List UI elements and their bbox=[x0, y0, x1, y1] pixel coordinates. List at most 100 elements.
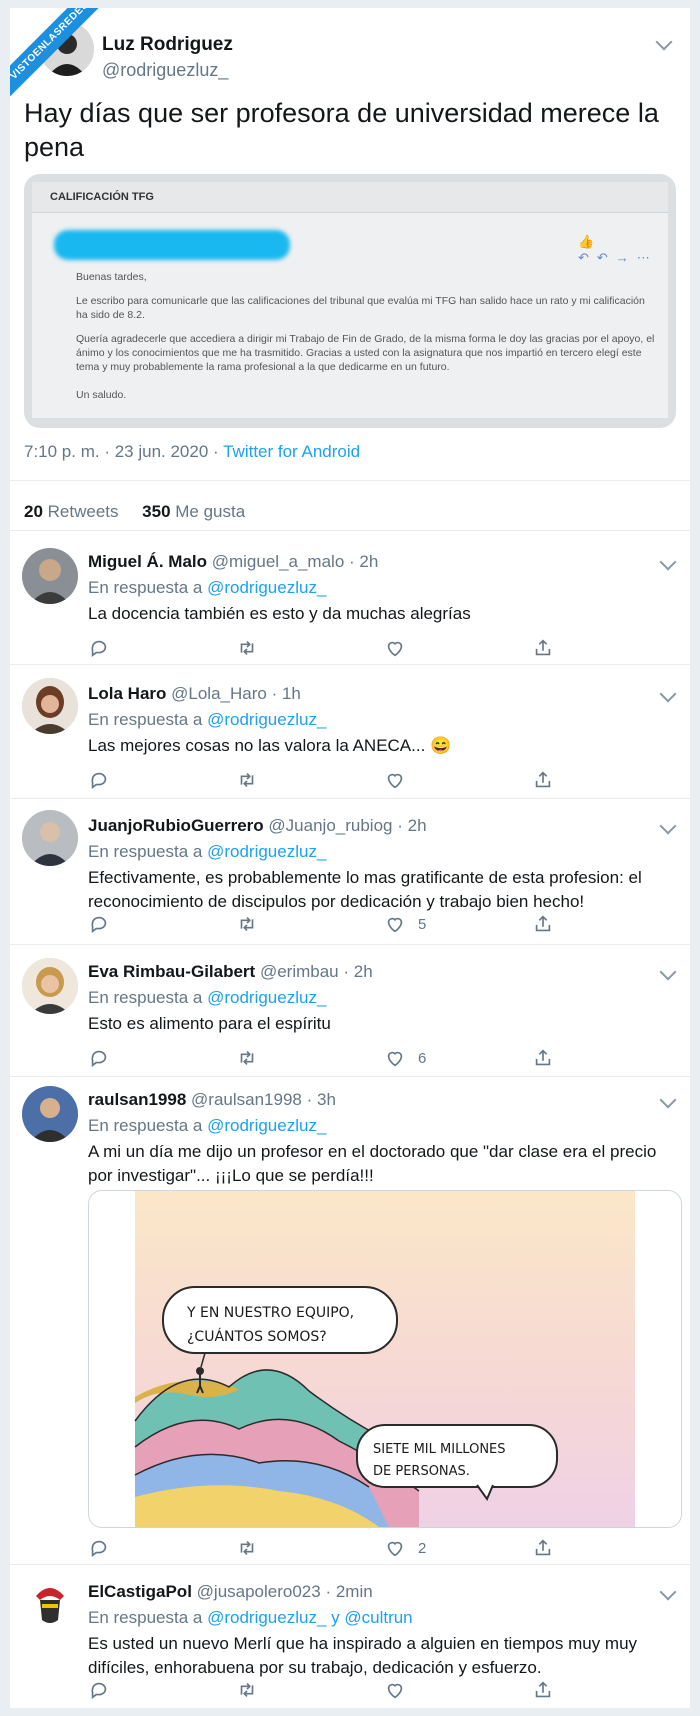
watermark-ribbon: VISTOENLASREDES bbox=[10, 8, 106, 104]
likes-label[interactable]: Me gusta bbox=[175, 502, 245, 521]
reply-mention[interactable]: @rodriguezluz_ bbox=[207, 578, 326, 597]
reply-mention[interactable]: @rodriguezluz_ bbox=[207, 710, 326, 729]
chevron-down-icon[interactable] bbox=[659, 963, 677, 981]
reply-author-handle[interactable]: @jusapolero023 bbox=[197, 1582, 321, 1601]
author-handle[interactable]: @rodriguezluz_ bbox=[102, 60, 228, 81]
retweet-button[interactable] bbox=[236, 768, 258, 792]
reply-author-name[interactable]: Lola Haro bbox=[88, 684, 166, 703]
reply-button[interactable] bbox=[88, 1046, 110, 1070]
reply-author-name[interactable]: ElCastigaPol bbox=[88, 1582, 192, 1601]
reply-button[interactable] bbox=[88, 768, 110, 792]
reply-button[interactable] bbox=[88, 1536, 110, 1560]
like-button[interactable]: 6 bbox=[384, 1046, 426, 1070]
avatar[interactable] bbox=[22, 678, 78, 734]
retweet-button[interactable] bbox=[236, 1678, 258, 1702]
like-button[interactable] bbox=[384, 1678, 418, 1702]
avatar[interactable] bbox=[22, 810, 78, 866]
share-button[interactable] bbox=[532, 1536, 554, 1560]
reply-mention[interactable]: @rodriguezluz_ bbox=[207, 1116, 326, 1135]
reply-author: JuanjoRubioGuerrero @Juanjo_rubiog · 2h bbox=[88, 816, 427, 836]
avatar[interactable] bbox=[22, 1576, 78, 1632]
author-name[interactable]: Luz Rodriguez bbox=[102, 34, 233, 56]
avatar[interactable] bbox=[22, 1086, 78, 1142]
reply-tweet[interactable]: Miguel Á. Malo @miguel_a_malo · 2h En re… bbox=[10, 530, 690, 664]
retweet-icon bbox=[240, 1050, 254, 1066]
reply-time-separator: · bbox=[392, 816, 408, 835]
reply-author-handle[interactable]: @Juanjo_rubiog bbox=[268, 816, 392, 835]
reply-time[interactable]: 2h bbox=[408, 816, 427, 835]
reply-time[interactable]: 2min bbox=[336, 1582, 373, 1601]
reply-author-handle[interactable]: @miguel_a_malo bbox=[212, 552, 345, 571]
avatar[interactable] bbox=[22, 958, 78, 1014]
tweet-text: Hay días que ser profesora de universida… bbox=[24, 98, 659, 162]
reply-icon bbox=[91, 916, 107, 933]
reply-mention-2[interactable]: @cultrun bbox=[344, 1608, 412, 1627]
share-button[interactable] bbox=[532, 636, 554, 660]
reply-button[interactable] bbox=[88, 636, 110, 660]
reply-author: Eva Rimbau-Gilabert @erimbau · 2h bbox=[88, 962, 373, 982]
likes-count[interactable]: 350 bbox=[142, 502, 170, 521]
reply-time[interactable]: 1h bbox=[282, 684, 301, 703]
reply-context: En respuesta a @rodriguezluz_ bbox=[88, 842, 326, 862]
like-button[interactable] bbox=[384, 768, 418, 792]
reply-context: En respuesta a @rodriguezluz_ bbox=[88, 578, 326, 598]
like-button[interactable]: 5 bbox=[384, 912, 426, 936]
reply-context-prefix: En respuesta a bbox=[88, 842, 208, 861]
reply-mention[interactable]: @rodriguezluz_ bbox=[207, 1608, 326, 1627]
reply-button[interactable] bbox=[88, 1678, 110, 1702]
retweets-label[interactable]: Retweets bbox=[48, 502, 119, 521]
reply-author-name[interactable]: Miguel Á. Malo bbox=[88, 552, 207, 571]
reply-mention-joiner: y bbox=[326, 1608, 345, 1627]
reply-author-name[interactable]: raulsan1998 bbox=[88, 1090, 186, 1109]
reply-author-name[interactable]: JuanjoRubioGuerrero bbox=[88, 816, 264, 835]
tweet-photo[interactable]: CALIFICACIÓN TFG 👍↶↶→⋯ Buenas tardes, Le… bbox=[24, 174, 676, 428]
reply-author: raulsan1998 @raulsan1998 · 3h bbox=[88, 1090, 336, 1110]
chevron-down-icon[interactable] bbox=[659, 1583, 677, 1601]
retweet-button[interactable] bbox=[236, 912, 258, 936]
reply-author-handle[interactable]: @raulsan1998 bbox=[191, 1090, 302, 1109]
reply-time[interactable]: 3h bbox=[317, 1090, 336, 1109]
tweet-timestamp[interactable]: 7:10 p. m. · 23 jun. 2020 · bbox=[24, 442, 223, 461]
reply-context: En respuesta a @rodriguezluz_ bbox=[88, 710, 326, 730]
avatar[interactable] bbox=[22, 548, 78, 604]
reply-mention[interactable]: @rodriguezluz_ bbox=[207, 842, 326, 861]
reply-text: Es usted un nuevo Merlí que ha inspirado… bbox=[88, 1634, 638, 1677]
tweet-source-app[interactable]: Twitter for Android bbox=[223, 442, 360, 461]
reply-media-image[interactable]: Y EN NUESTRO EQUIPO, ¿CUÁNTOS SOMOS? SIE… bbox=[88, 1190, 682, 1528]
retweet-button[interactable] bbox=[236, 636, 258, 660]
reply-time[interactable]: 2h bbox=[359, 552, 378, 571]
chevron-down-icon[interactable] bbox=[659, 553, 677, 571]
like-button[interactable]: 2 bbox=[384, 1536, 426, 1560]
reply-mention[interactable]: @rodriguezluz_ bbox=[207, 988, 326, 1007]
share-icon bbox=[535, 639, 551, 656]
comic-bubble-2-line-1: SIETE MIL MILLONES bbox=[373, 1442, 506, 1457]
retweets-count[interactable]: 20 bbox=[24, 502, 43, 521]
like-button[interactable] bbox=[384, 636, 418, 660]
reply-tweet[interactable]: Eva Rimbau-Gilabert @erimbau · 2h En res… bbox=[10, 944, 690, 1076]
email-greeting: Buenas tardes, bbox=[76, 271, 147, 283]
reply-actions: 2 bbox=[88, 1536, 551, 1560]
reply-author-handle[interactable]: @erimbau bbox=[260, 962, 339, 981]
reply-context: En respuesta a @rodriguezluz_ y @cultrun bbox=[88, 1608, 413, 1628]
share-button[interactable] bbox=[532, 1678, 554, 1702]
reply-author-handle[interactable]: @Lola_Haro bbox=[171, 684, 267, 703]
share-button[interactable] bbox=[532, 912, 554, 936]
retweet-icon bbox=[240, 916, 254, 932]
chevron-down-icon[interactable] bbox=[659, 817, 677, 835]
retweet-button[interactable] bbox=[236, 1046, 258, 1070]
share-button[interactable] bbox=[532, 1046, 554, 1070]
reply-actions bbox=[88, 1678, 551, 1702]
chevron-down-icon[interactable] bbox=[655, 33, 673, 51]
reply-tweet[interactable]: Lola Haro @Lola_Haro · 1h En respuesta a… bbox=[10, 664, 690, 798]
reply-author-name[interactable]: Eva Rimbau-Gilabert bbox=[88, 962, 255, 981]
chevron-down-icon[interactable] bbox=[659, 685, 677, 703]
reply-icon bbox=[91, 772, 107, 789]
share-button[interactable] bbox=[532, 768, 554, 792]
reply-tweet[interactable]: JuanjoRubioGuerrero @Juanjo_rubiog · 2h … bbox=[10, 798, 690, 944]
retweet-button[interactable] bbox=[236, 1536, 258, 1560]
reply-button[interactable] bbox=[88, 912, 110, 936]
chevron-down-icon[interactable] bbox=[659, 1091, 677, 1109]
reply-actions bbox=[88, 768, 551, 792]
reply-time[interactable]: 2h bbox=[354, 962, 373, 981]
reply-tweet[interactable]: ElCastigaPol @jusapolero023 · 2min En re… bbox=[10, 1564, 690, 1708]
